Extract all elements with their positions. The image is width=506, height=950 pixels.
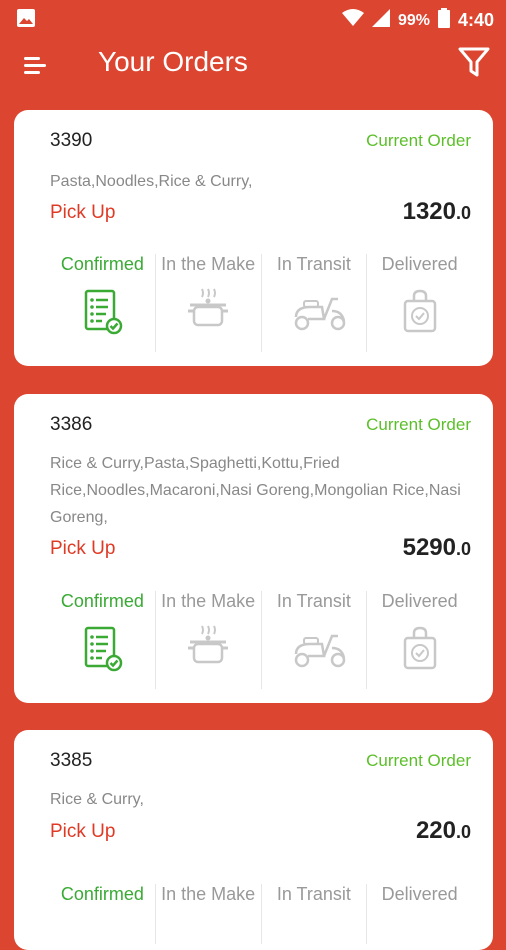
step-in-the-make: In the Make	[154, 254, 261, 352]
order-price: 1320.0	[403, 198, 471, 226]
app-bar: Your Orders	[0, 36, 506, 92]
price-value: 5290	[402, 534, 456, 561]
order-progress: Confirmed In the Make In Transit Deliver…	[50, 591, 472, 689]
step-in-the-make: In the Make	[154, 591, 261, 689]
shopping-bag-check-icon	[396, 624, 444, 672]
page-title: Your Orders	[98, 46, 248, 77]
status-bar: 99% 4:40	[0, 0, 506, 36]
step-label: In Transit	[276, 591, 351, 611]
scooter-icon	[290, 287, 346, 335]
clock: 4:40	[457, 10, 494, 30]
cooking-pot-icon	[184, 624, 232, 672]
price-decimal: .0	[455, 822, 471, 842]
order-status: Current Order	[366, 415, 471, 434]
step-in-transit: In Transit	[260, 591, 367, 689]
step-delivered: Delivered	[366, 884, 472, 944]
order-card[interactable]: 3386 Current Order Rice & Curry,Pasta,Sp…	[14, 394, 493, 703]
order-progress: Confirmed In the Make In Transit Deliver…	[50, 254, 472, 352]
step-label: In Transit	[276, 254, 351, 274]
step-label: Delivered	[381, 884, 458, 904]
step-label: In Transit	[276, 884, 351, 904]
step-label: Delivered	[381, 254, 458, 274]
step-delivered: Delivered	[366, 254, 472, 352]
signal-icon	[371, 9, 390, 32]
battery-percentage: 99%	[397, 11, 430, 29]
shopping-bag-check-icon	[396, 287, 444, 335]
order-type: Pick Up	[50, 821, 116, 842]
cooking-pot-icon	[184, 287, 232, 335]
order-progress: Confirmed In the Make In Transit Deliver…	[50, 884, 472, 944]
order-items: Rice & Curry,	[50, 791, 144, 808]
order-card[interactable]: 3390 Current Order Pasta,Noodles,Rice & …	[14, 110, 493, 366]
order-status: Current Order	[366, 131, 471, 150]
scooter-icon	[290, 624, 346, 672]
wifi-icon	[341, 9, 364, 32]
step-in-transit: In Transit	[260, 884, 367, 944]
checklist-icon	[78, 287, 126, 335]
gallery-notification-icon	[16, 8, 36, 33]
price-value: 220	[415, 817, 456, 844]
step-label: In the Make	[161, 884, 256, 904]
order-price: 220.0	[416, 817, 471, 845]
order-id: 3386	[50, 414, 93, 435]
step-confirmed: Confirmed	[50, 591, 155, 689]
step-label: In the Make	[161, 254, 256, 274]
price-decimal: .0	[455, 203, 471, 223]
step-confirmed: Confirmed	[50, 884, 155, 944]
price-value: 1320	[402, 198, 456, 225]
step-in-transit: In Transit	[260, 254, 367, 352]
checklist-icon	[78, 624, 126, 672]
order-items: Pasta,Noodles,Rice & Curry,	[50, 173, 253, 190]
order-items: Rice & Curry,Pasta,Spaghetti,Kottu,Fried…	[50, 455, 461, 526]
order-id: 3390	[50, 130, 93, 151]
menu-icon[interactable]	[22, 50, 52, 80]
price-decimal: .0	[455, 539, 471, 559]
step-delivered: Delivered	[366, 591, 472, 689]
order-price: 5290.0	[403, 534, 471, 562]
step-label: Delivered	[381, 591, 458, 611]
order-status: Current Order	[366, 751, 471, 770]
step-label: In the Make	[161, 591, 256, 611]
step-label: Confirmed	[60, 254, 144, 274]
step-label: Confirmed	[60, 591, 144, 611]
step-label: Confirmed	[60, 884, 144, 904]
order-id: 3385	[50, 750, 93, 771]
step-in-the-make: In the Make	[154, 884, 261, 944]
order-card[interactable]: 3385 Current Order Rice & Curry, Pick Up…	[14, 730, 493, 950]
order-type: Pick Up	[50, 538, 116, 559]
order-type: Pick Up	[50, 202, 116, 223]
step-confirmed: Confirmed	[50, 254, 155, 352]
battery-icon	[437, 8, 450, 33]
filter-icon[interactable]	[456, 44, 492, 80]
